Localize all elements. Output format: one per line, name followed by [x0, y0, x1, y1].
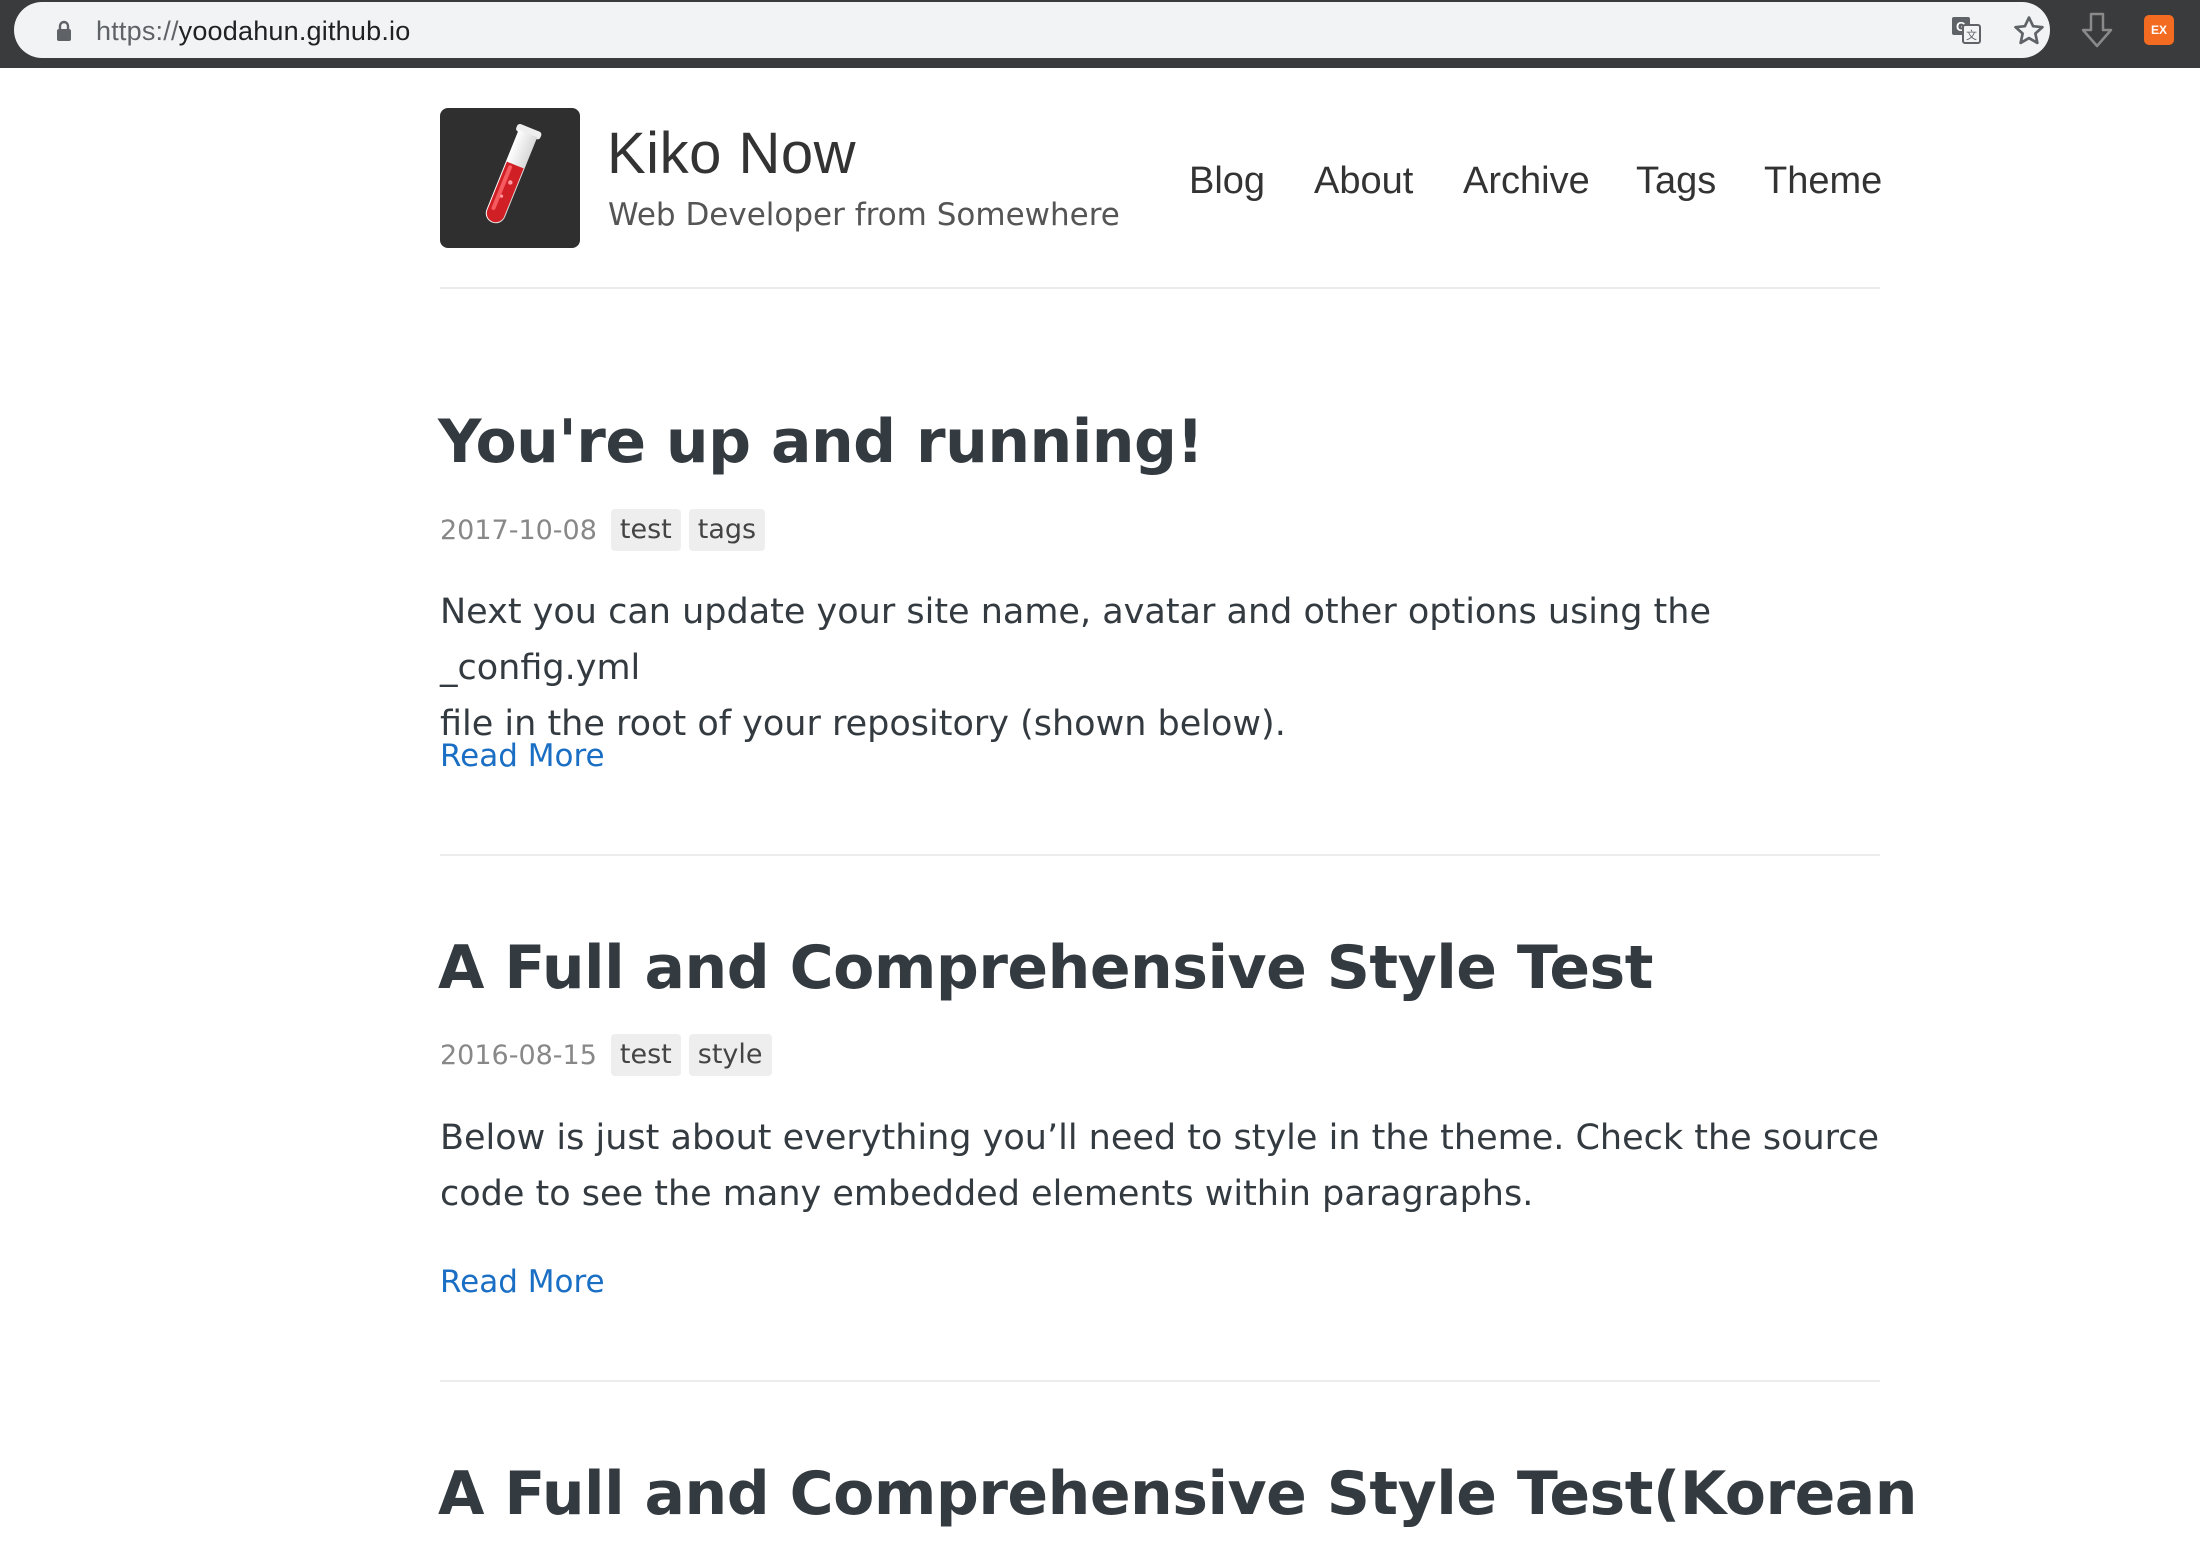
post-date: 2016-08-15	[440, 1039, 597, 1071]
post-title[interactable]: You're up and running!	[438, 402, 1204, 482]
tag-badge[interactable]: tags	[688, 509, 766, 551]
site-subtitle: Web Developer from Somewhere	[608, 197, 1120, 233]
extension-icon[interactable]: EX	[2144, 15, 2174, 45]
excerpt-line: code to see the many embedded elements w…	[440, 1174, 1534, 1214]
header-divider	[440, 287, 1880, 289]
post-meta: 2017-10-08 test tags	[440, 508, 773, 552]
url-host: yoodahun.github.io	[178, 16, 411, 46]
read-more-link[interactable]: Read More	[440, 1260, 605, 1304]
address-bar[interactable]: https://yoodahun.github.io G 文	[14, 2, 2050, 58]
site-avatar[interactable]	[440, 108, 580, 248]
post-divider	[440, 854, 1880, 856]
post-excerpt: Below is just about everything you’ll ne…	[440, 1110, 1880, 1222]
post-title[interactable]: A Full and Comprehensive Style Test(Kore…	[438, 1454, 1917, 1534]
test-tube-icon	[485, 123, 542, 224]
nav-archive[interactable]: Archive	[1463, 156, 1590, 206]
url-text[interactable]: https://yoodahun.github.io	[96, 2, 410, 58]
post-excerpt: Next you can update your site name, avat…	[440, 584, 1880, 752]
download-arrow-icon[interactable]	[2080, 10, 2114, 50]
bookmark-star-icon[interactable]	[2012, 14, 2046, 48]
post-divider	[440, 1380, 1880, 1382]
read-more-link[interactable]: Read More	[440, 734, 605, 778]
site-title[interactable]: Kiko Now	[607, 118, 856, 190]
excerpt-line: Next you can update your site name, avat…	[440, 592, 1711, 688]
post-title[interactable]: A Full and Comprehensive Style Test	[438, 928, 1653, 1008]
excerpt-line: file in the root of your repository (sho…	[440, 704, 1286, 744]
nav-blog[interactable]: Blog	[1189, 156, 1265, 206]
nav-theme[interactable]: Theme	[1764, 156, 1882, 206]
tag-badge[interactable]: style	[688, 1034, 772, 1076]
tag-badge[interactable]: test	[610, 509, 681, 551]
post-date: 2017-10-08	[440, 514, 597, 546]
translate-icon[interactable]: G 文	[1950, 14, 1982, 46]
excerpt-line: Below is just about everything you’ll ne…	[440, 1118, 1880, 1158]
url-scheme: https://	[96, 16, 179, 46]
tag-badge[interactable]: test	[610, 1034, 681, 1076]
nav-about[interactable]: About	[1314, 156, 1413, 206]
lock-icon	[57, 20, 71, 41]
svg-text:文: 文	[1966, 28, 1977, 42]
nav-tags[interactable]: Tags	[1636, 156, 1716, 206]
browser-toolbar: https://yoodahun.github.io G 文 EX	[0, 0, 2200, 68]
post-meta: 2016-08-15 test style	[440, 1033, 780, 1077]
